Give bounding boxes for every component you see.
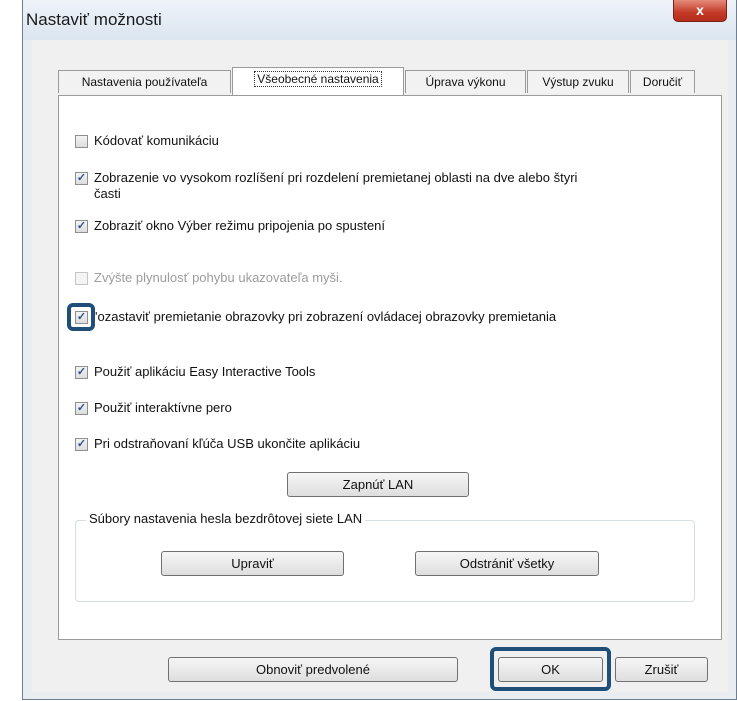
tab-user-settings[interactable]: Nastavenia používateľa — [58, 70, 231, 93]
check-mark-icon: ✓ — [76, 311, 87, 323]
checkbox-high-resolution-split[interactable]: ✓ — [75, 172, 88, 185]
label-pause-projection: 'ozastaviť premietanie obrazovky pri zob… — [95, 309, 557, 324]
checkbox-show-connection-mode[interactable]: ✓ — [75, 220, 88, 233]
wireless-lan-password-group-title: Súbory nastavenia hesla bezdrôtovej siet… — [86, 511, 366, 526]
general-settings-panel: Kódovať komunikáciu ✓ Zobrazenie vo vyso… — [58, 95, 722, 640]
checkbox-smooth-pointer[interactable] — [75, 272, 88, 285]
check-mark-icon: ✓ — [76, 402, 87, 414]
tab-deliver[interactable]: Doručiť — [630, 70, 695, 93]
label-encrypt-communication: Kódovať komunikáciu — [94, 133, 219, 148]
checkbox-interactive-pen[interactable]: ✓ — [75, 402, 88, 415]
dialog-title: Nastaviť možnosti — [26, 10, 162, 29]
checkbox-usb-key-exit[interactable]: ✓ — [75, 438, 88, 451]
label-easy-interactive-tools: Použiť aplikáciu Easy Interactive Tools — [94, 364, 316, 379]
restore-defaults-button[interactable]: Obnoviť predvolené — [168, 657, 458, 682]
check-mark-icon: ✓ — [76, 220, 87, 232]
close-button[interactable]: x — [673, 0, 727, 22]
tab-performance[interactable]: Úprava výkonu — [405, 70, 526, 93]
label-smooth-pointer: Zvýšte plynulosť pohybu ukazovateľa myši… — [94, 270, 343, 285]
checkbox-pause-projection[interactable]: ✓ — [75, 311, 88, 324]
options-dialog: Nastaviť možnosti x Nastavenia používate… — [22, 0, 737, 700]
edit-button[interactable]: Upraviť — [161, 551, 344, 576]
check-mark-icon: ✓ — [76, 172, 87, 184]
delete-all-button[interactable]: Odstrániť všetky — [415, 551, 599, 576]
title-bar[interactable]: Nastaviť možnosti x — [23, 0, 736, 40]
label-interactive-pen: Použiť interaktívne pero — [94, 400, 232, 415]
checkbox-encrypt-communication[interactable] — [75, 135, 88, 148]
checkbox-easy-interactive-tools[interactable]: ✓ — [75, 366, 88, 379]
cancel-button[interactable]: Zrušiť — [615, 657, 708, 682]
tab-general-settings-label: Všeobecné nastavenia — [254, 71, 382, 87]
enable-lan-button[interactable]: Zapnúť LAN — [287, 472, 469, 497]
label-show-connection-mode: Zobraziť okno Výber režimu pripojenia po… — [94, 218, 386, 233]
label-usb-key-exit: Pri odstraňovaní kľúča USB ukončite apli… — [94, 436, 361, 451]
close-icon: x — [696, 2, 704, 18]
tab-audio-output[interactable]: Výstup zvuku — [527, 70, 629, 93]
dialog-client-area: Nastavenia používateľa Všeobecné nastave… — [32, 40, 728, 692]
tab-general-settings[interactable]: Všeobecné nastavenia — [232, 67, 404, 95]
label-high-resolution-split-line2: časti — [94, 186, 121, 201]
check-mark-icon: ✓ — [76, 366, 87, 378]
label-high-resolution-split: Zobrazenie vo vysokom rozlíšení pri rozd… — [94, 170, 578, 185]
check-mark-icon: ✓ — [76, 438, 87, 450]
ok-button[interactable]: OK — [498, 657, 603, 682]
